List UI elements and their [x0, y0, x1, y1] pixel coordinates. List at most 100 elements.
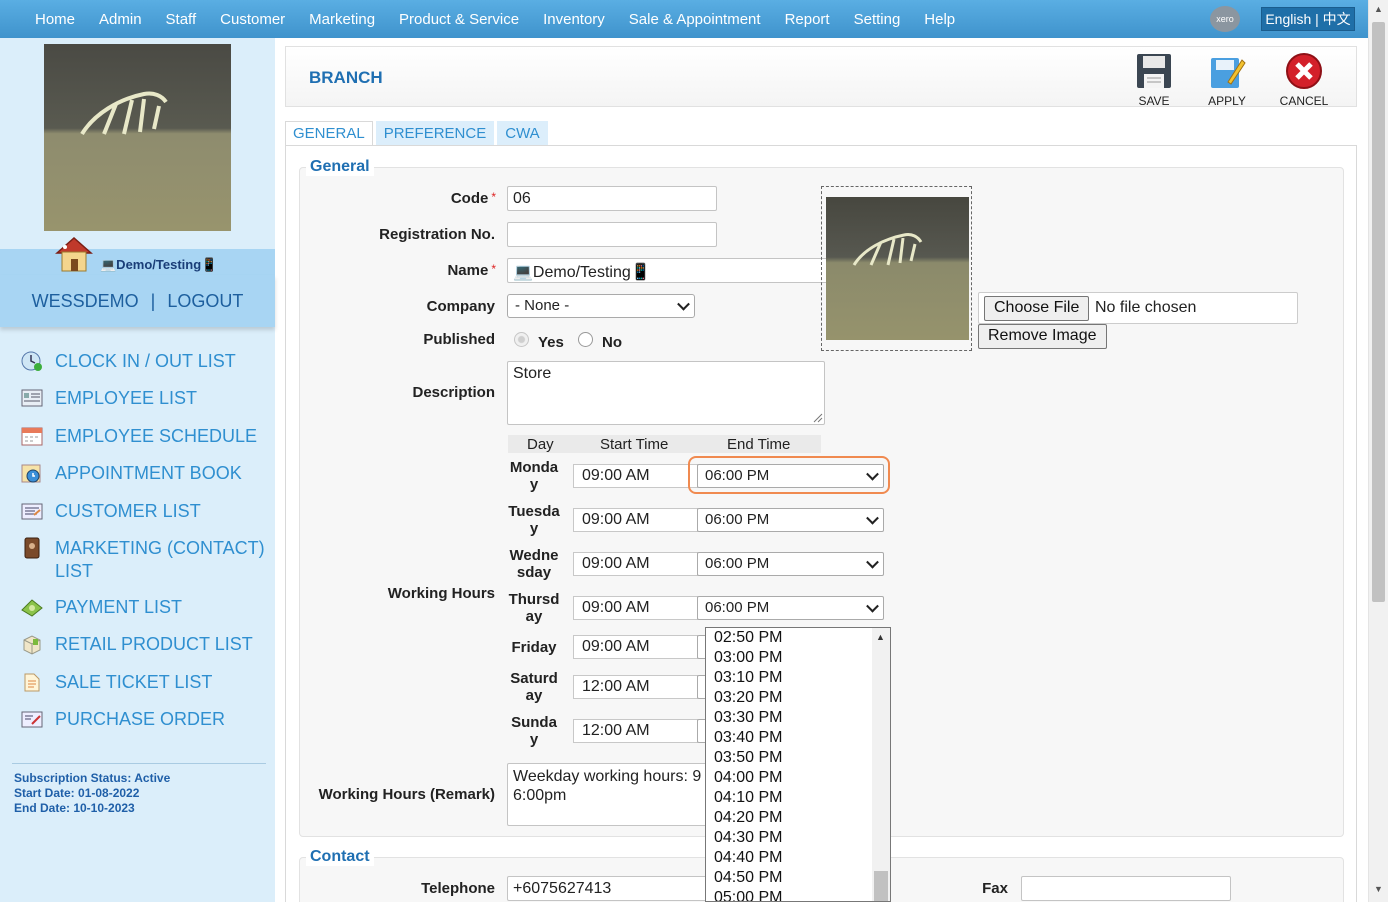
nav-customer[interactable]: Customer	[220, 11, 285, 28]
side-item-sale-ticket-list[interactable]: SALE TICKET LIST	[20, 671, 212, 694]
appointment-book-icon	[21, 464, 41, 483]
branch-avatar	[44, 44, 231, 231]
nav-setting[interactable]: Setting	[854, 11, 901, 28]
nav-product-service[interactable]: Product & Service	[399, 11, 519, 28]
side-item-purchase-order[interactable]: PURCHASE ORDER	[20, 708, 225, 731]
no-file-text: No file chosen	[1095, 299, 1197, 316]
purchase-order-icon	[21, 711, 43, 728]
home-icon	[55, 236, 93, 272]
general-legend: General	[306, 158, 374, 176]
page-scrollbar[interactable]: ▲ ▼	[1368, 0, 1388, 902]
fax-input[interactable]	[1021, 876, 1231, 901]
username-link[interactable]: WESSDEMO	[32, 291, 139, 312]
cancel-button[interactable]: CANCEL	[1274, 52, 1334, 108]
monday-start-input[interactable]: 09:00 AM	[573, 464, 698, 488]
scroll-up-icon[interactable]: ▲	[1374, 4, 1383, 14]
side-item-marketing-contact-list[interactable]: MARKETING (CONTACT) LIST	[20, 537, 270, 583]
time-option[interactable]: 03:30 PM	[714, 708, 782, 728]
day-sunday: Sunday	[511, 714, 557, 748]
tuesday-start-input[interactable]: 09:00 AM	[573, 508, 698, 532]
side-item-clock-in-out[interactable]: CLOCK IN / OUT LIST	[20, 350, 236, 373]
nav-staff[interactable]: Staff	[166, 11, 197, 28]
contact-legend: Contact	[306, 848, 374, 866]
logout-link[interactable]: LOGOUT	[167, 291, 243, 312]
sunday-start-input[interactable]: 12:00 AM	[573, 719, 698, 743]
product-box-icon	[23, 635, 41, 655]
clock-icon	[21, 351, 42, 371]
tab-cwa[interactable]: CWA	[497, 121, 548, 146]
xero-icon[interactable]: xero	[1210, 6, 1240, 32]
time-option[interactable]: 04:20 PM	[714, 808, 782, 828]
tab-bar: GENERAL PREFERENCE CWA	[285, 121, 551, 146]
cancel-icon	[1286, 53, 1322, 89]
published-yes-radio[interactable]	[514, 332, 529, 347]
nav-admin[interactable]: Admin	[99, 11, 142, 28]
wh-header-day: Day	[527, 436, 554, 453]
side-item-customer-list[interactable]: CUSTOMER LIST	[20, 500, 201, 523]
wednesday-end-select[interactable]: 06:00 PM	[697, 552, 884, 576]
time-option[interactable]: 03:40 PM	[714, 728, 782, 748]
thursday-end-select[interactable]: 06:00 PM	[697, 596, 884, 620]
published-no-radio[interactable]	[578, 332, 593, 347]
time-option[interactable]: 04:10 PM	[714, 788, 782, 808]
tab-general[interactable]: GENERAL	[285, 121, 373, 146]
resize-handle-icon[interactable]	[812, 412, 823, 423]
dropdown-scrollbar-thumb[interactable]	[874, 871, 888, 901]
apply-icon	[1211, 58, 1246, 88]
side-item-employee-schedule[interactable]: EMPLOYEE SCHEDULE	[20, 425, 257, 448]
name-input[interactable]: 💻Demo/Testing📱	[507, 258, 839, 283]
apply-button[interactable]: APPLY	[1197, 52, 1257, 108]
wednesday-start-input[interactable]: 09:00 AM	[573, 552, 698, 576]
nav-marketing[interactable]: Marketing	[309, 11, 375, 28]
dropdown-scrollbar[interactable]: ▲	[872, 628, 890, 901]
working-hours-remark-textarea[interactable]: Weekday working hours: 9 6:00pm	[507, 763, 707, 826]
choose-file-button[interactable]: Choose File	[984, 296, 1090, 321]
time-option[interactable]: 03:50 PM	[714, 748, 782, 768]
time-option[interactable]: 02:50 PM	[714, 628, 782, 648]
nav-sale-appointment[interactable]: Sale & Appointment	[629, 11, 761, 28]
customer-list-icon	[21, 503, 43, 520]
file-input[interactable]: Choose File No file chosen	[978, 292, 1298, 324]
published-yes-label: Yes	[538, 334, 564, 351]
day-wednesday: Wednesday	[509, 547, 559, 581]
dropdown-scroll-up-icon[interactable]: ▲	[876, 632, 885, 642]
code-label: Code *	[450, 190, 496, 207]
tab-preference[interactable]: PREFERENCE	[375, 121, 495, 146]
nav-inventory[interactable]: Inventory	[543, 11, 605, 28]
scroll-down-icon[interactable]: ▼	[1374, 884, 1383, 894]
end-time-dropdown-list[interactable]: 02:50 PM 03:00 PM 03:10 PM 03:20 PM 03:3…	[705, 627, 891, 902]
scrollbar-thumb[interactable]	[1372, 22, 1385, 602]
nav-report[interactable]: Report	[785, 11, 830, 28]
friday-start-input[interactable]: 09:00 AM	[573, 635, 698, 659]
time-option[interactable]: 03:00 PM	[714, 648, 782, 668]
description-textarea[interactable]: Store	[507, 361, 825, 425]
code-input[interactable]: 06	[507, 186, 717, 211]
side-item-appointment-book[interactable]: APPOINTMENT BOOK	[20, 462, 242, 485]
subscription-end-date: End Date: 10-10-2023	[14, 801, 135, 815]
saturday-start-input[interactable]: 12:00 AM	[573, 675, 698, 699]
telephone-input[interactable]: +6075627413	[507, 876, 707, 901]
time-option[interactable]: 04:00 PM	[714, 768, 782, 788]
time-option[interactable]: 05:00 PM	[714, 888, 782, 901]
side-item-retail-product-list[interactable]: RETAIL PRODUCT LIST	[20, 633, 253, 656]
save-button[interactable]: SAVE	[1124, 52, 1184, 108]
time-option[interactable]: 03:20 PM	[714, 688, 782, 708]
time-option[interactable]: 04:30 PM	[714, 828, 782, 848]
top-menu: Home Admin Staff Customer Marketing Prod…	[23, 0, 967, 38]
name-label: Name *	[447, 262, 496, 279]
side-item-payment-list[interactable]: PAYMENT LIST	[20, 596, 182, 619]
remove-image-button[interactable]: Remove Image	[978, 324, 1107, 349]
thursday-start-input[interactable]: 09:00 AM	[573, 596, 698, 620]
time-option[interactable]: 03:10 PM	[714, 668, 782, 688]
language-switch[interactable]: English | 中文	[1261, 7, 1355, 31]
registration-input[interactable]	[507, 222, 717, 247]
time-option[interactable]: 04:50 PM	[714, 868, 782, 888]
side-item-employee-list[interactable]: EMPLOYEE LIST	[20, 387, 197, 410]
nav-help[interactable]: Help	[924, 11, 955, 28]
tuesday-end-select[interactable]: 06:00 PM	[697, 508, 884, 532]
chevron-down-icon	[866, 599, 879, 613]
working-hours-remark-label: Working Hours (Remark)	[318, 786, 495, 803]
company-select[interactable]: - None -	[507, 294, 695, 318]
nav-home[interactable]: Home	[35, 11, 75, 28]
time-option[interactable]: 04:40 PM	[714, 848, 782, 868]
